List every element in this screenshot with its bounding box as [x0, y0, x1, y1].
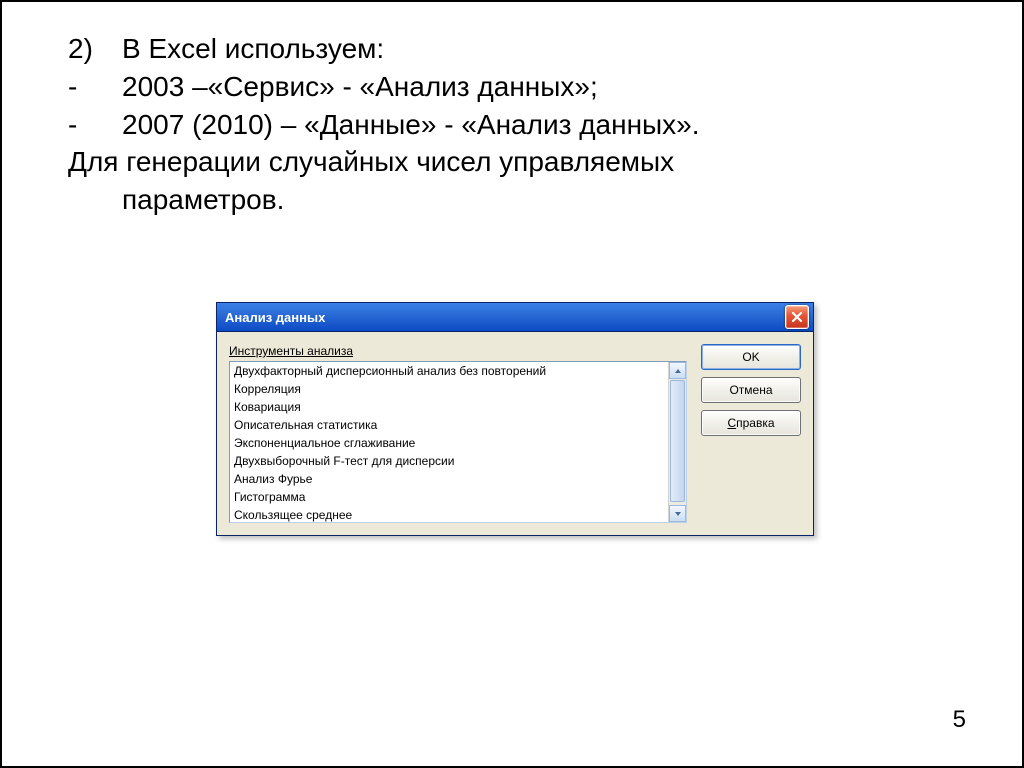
list-item[interactable]: Двухвыборочный F-тест для дисперсии [230, 452, 668, 470]
text-line: параметров. [68, 181, 968, 219]
text-line: Для генерации случайных чисел управляемы… [68, 143, 968, 181]
dialog-body: Инструменты анализа Двухфакторный диспер… [217, 332, 813, 535]
dialog-buttons: OK Отмена Справка [701, 342, 801, 523]
dialog-title: Анализ данных [225, 310, 785, 325]
list-item[interactable]: Корреляция [230, 380, 668, 398]
scroll-down-button[interactable] [669, 505, 686, 522]
list-item[interactable]: Экспоненциальное сглаживание [230, 434, 668, 452]
slide-frame: 2) В Excel используем: - 2003 –«Сервис» … [0, 0, 1024, 768]
scroll-thumb[interactable] [670, 380, 685, 502]
list-item[interactable]: Двухфакторный дисперсионный анализ без п… [230, 362, 668, 380]
close-button[interactable] [785, 305, 809, 329]
list-item[interactable]: Описательная статистика [230, 416, 668, 434]
help-button-label: Справка [727, 416, 774, 430]
titlebar[interactable]: Анализ данных [217, 303, 813, 332]
slide-text: 2) В Excel используем: - 2003 –«Сервис» … [68, 30, 968, 219]
chevron-down-icon [674, 511, 682, 517]
data-analysis-dialog: Анализ данных Инструменты анализа Двухфа… [216, 302, 814, 536]
text-line: 2003 –«Сервис» - «Анализ данных»; [122, 68, 598, 106]
chevron-up-icon [674, 368, 682, 374]
text-line: В Excel используем: [122, 30, 384, 68]
list-item[interactable]: Скользящее среднее [230, 506, 668, 522]
list-items-container: Двухфакторный дисперсионный анализ без п… [230, 362, 668, 522]
help-button[interactable]: Справка [701, 410, 801, 436]
page-number: 5 [953, 706, 966, 734]
text-line: 2007 (2010) – «Данные» - «Анализ данных»… [122, 106, 700, 144]
list-marker: - [68, 68, 122, 106]
scroll-up-button[interactable] [669, 362, 686, 379]
scroll-track[interactable] [669, 379, 686, 505]
list-marker: - [68, 106, 122, 144]
tools-group: Инструменты анализа Двухфакторный диспер… [229, 342, 687, 523]
list-item[interactable]: Гистограмма [230, 488, 668, 506]
scrollbar[interactable] [668, 362, 686, 522]
list-item[interactable]: Анализ Фурье [230, 470, 668, 488]
tools-listbox[interactable]: Двухфакторный дисперсионный анализ без п… [229, 361, 687, 523]
group-label: Инструменты анализа [229, 344, 353, 358]
list-item[interactable]: Ковариация [230, 398, 668, 416]
ok-button[interactable]: OK [701, 344, 801, 370]
close-icon [791, 311, 803, 323]
cancel-button[interactable]: Отмена [701, 377, 801, 403]
list-marker: 2) [68, 30, 122, 68]
